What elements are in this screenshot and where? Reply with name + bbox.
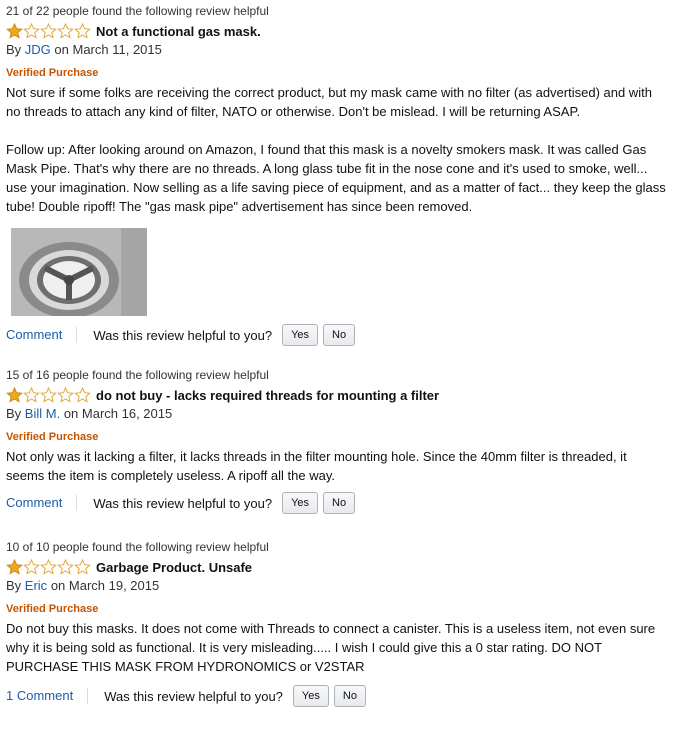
comment-link[interactable]: Comment [6, 495, 78, 511]
review-paragraph: Do not buy this masks. It does not come … [6, 621, 656, 674]
star-empty-icon [74, 23, 91, 39]
mask-filter-image [11, 228, 147, 316]
review-actions: Comment Was this review helpful to you? … [6, 323, 686, 347]
by-label: By [6, 42, 22, 57]
byline: By Eric on March 19, 2015 [6, 578, 686, 596]
helpful-question: Was this review helpful to you? [93, 327, 273, 343]
star-empty-icon [40, 387, 57, 403]
helpful-no-button[interactable]: No [323, 324, 356, 346]
review-2: 15 of 16 people found the following revi… [6, 368, 686, 515]
star-rating [6, 559, 91, 575]
review-body: Not only was it lacking a filter, it lac… [6, 447, 666, 485]
verified-purchase-badge: Verified Purchase [6, 431, 99, 443]
helpful-no-button[interactable]: No [323, 492, 356, 514]
review-actions: 1 Comment Was this review helpful to you… [6, 684, 686, 708]
review-1: 21 of 22 people found the following revi… [6, 4, 686, 347]
review-date: on March 16, 2015 [63, 406, 173, 421]
helpful-no-button[interactable]: No [333, 685, 366, 707]
helpful-yes-button[interactable]: Yes [292, 685, 329, 707]
review-date: on March 19, 2015 [50, 578, 160, 593]
star-empty-icon [74, 559, 91, 575]
by-label: By [6, 578, 22, 593]
helpful-count: 10 of 10 people found the following revi… [6, 540, 269, 554]
star-filled-icon [6, 387, 23, 403]
star-empty-icon [23, 23, 40, 39]
review-title[interactable]: Not a functional gas mask. [96, 24, 261, 39]
star-filled-icon [6, 23, 23, 39]
byline: By Bill M. on March 16, 2015 [6, 406, 686, 424]
helpful-question: Was this review helpful to you? [93, 495, 273, 511]
star-empty-icon [23, 387, 40, 403]
star-empty-icon [57, 559, 74, 575]
verified-purchase-badge: Verified Purchase [6, 603, 99, 615]
helpful-yes-button[interactable]: Yes [282, 492, 319, 514]
review-paragraph: Follow up: After looking around on Amazo… [6, 142, 666, 214]
star-empty-icon [74, 387, 91, 403]
helpful-count: 15 of 16 people found the following revi… [6, 368, 269, 382]
review-actions: Comment Was this review helpful to you? … [6, 491, 686, 515]
author-link[interactable]: Bill M. [25, 406, 60, 421]
star-filled-icon [6, 559, 23, 575]
star-rating [6, 23, 91, 39]
byline: By JDG on March 11, 2015 [6, 42, 686, 60]
review-title[interactable]: do not buy - lacks required threads for … [96, 388, 439, 403]
comment-link[interactable]: Comment [6, 327, 78, 343]
star-empty-icon [40, 23, 57, 39]
star-empty-icon [57, 387, 74, 403]
star-empty-icon [40, 559, 57, 575]
helpful-yes-button[interactable]: Yes [282, 324, 319, 346]
helpful-count: 21 of 22 people found the following revi… [6, 4, 269, 18]
review-body: Not sure if some folks are receiving the… [6, 83, 666, 216]
star-empty-icon [57, 23, 74, 39]
review-paragraph: Not sure if some folks are receiving the… [6, 85, 652, 119]
author-link[interactable]: Eric [25, 578, 47, 593]
verified-purchase-badge: Verified Purchase [6, 67, 99, 79]
review-3: 10 of 10 people found the following revi… [6, 540, 686, 708]
review-paragraph: Not only was it lacking a filter, it lac… [6, 449, 627, 483]
review-date: on March 11, 2015 [54, 42, 162, 57]
star-rating [6, 387, 91, 403]
review-body: Do not buy this masks. It does not come … [6, 619, 666, 676]
review-title[interactable]: Garbage Product. Unsafe [96, 560, 252, 575]
comment-link[interactable]: 1 Comment [6, 688, 89, 704]
helpful-question: Was this review helpful to you? [104, 688, 283, 704]
author-link[interactable]: JDG [25, 42, 51, 57]
review-image-thumbnail[interactable] [11, 228, 147, 316]
by-label: By [6, 406, 22, 421]
star-empty-icon [23, 559, 40, 575]
